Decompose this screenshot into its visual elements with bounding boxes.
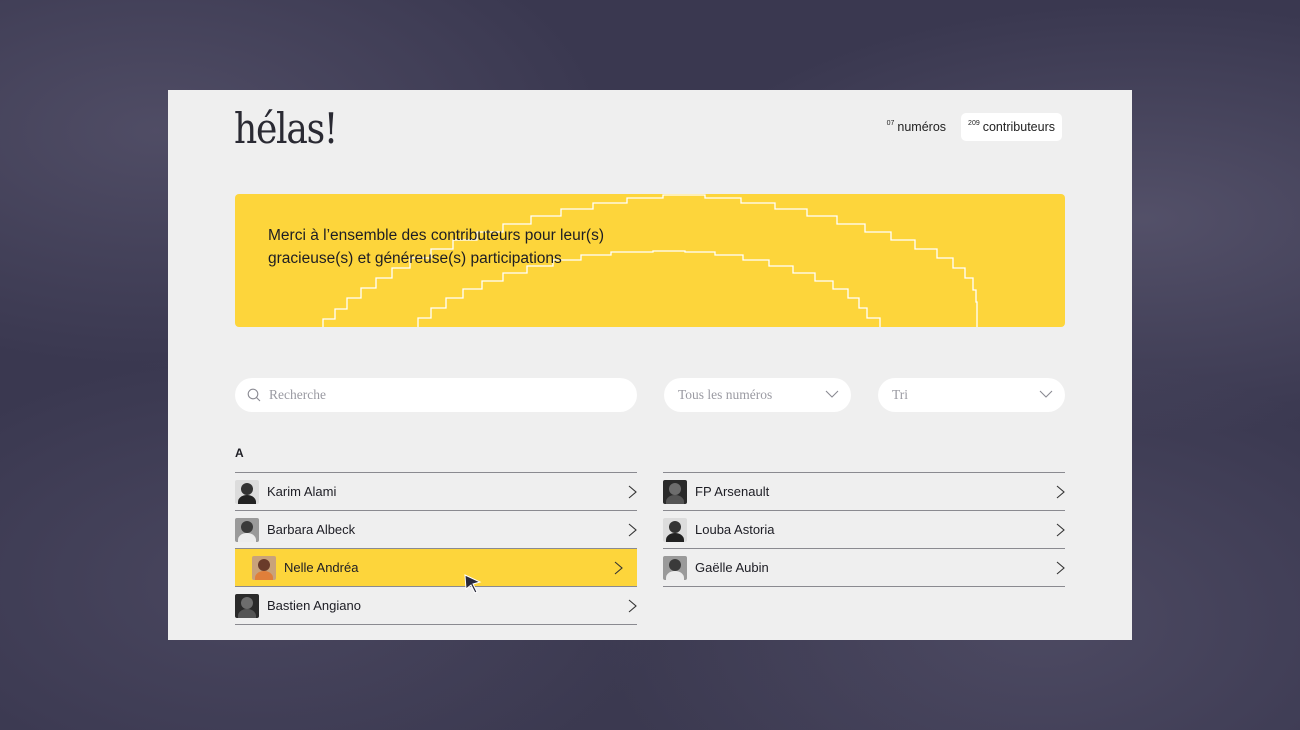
contributor-row-highlighted[interactable]: Nelle Andréa [235, 549, 637, 587]
chevron-right-icon [1056, 485, 1065, 499]
chevron-right-icon [1056, 561, 1065, 575]
search-icon [247, 388, 261, 402]
issue-select-value: Tous les numéros [678, 387, 773, 402]
mouse-cursor-icon [464, 574, 482, 594]
contributor-name: Gaëlle Aubin [695, 560, 769, 575]
page-panel: hélas! 07 numéros 209 contributeurs Merc… [168, 90, 1132, 640]
nav-numeros-count: 07 [886, 119, 895, 127]
chevron-down-icon [1039, 390, 1053, 398]
contributor-column-left: Karim Alami Barbara Albeck Nelle Andréa … [235, 472, 637, 625]
alphabet-letter-heading: A [235, 446, 244, 460]
contributor-name: Nelle Andréa [284, 560, 359, 575]
contributor-row[interactable]: FP Arsenault [663, 473, 1065, 511]
chevron-right-icon [628, 485, 637, 499]
issue-select[interactable]: Tous les numéros [664, 378, 851, 412]
avatar [235, 479, 259, 504]
contributor-name: FP Arsenault [695, 484, 770, 499]
nav-numeros-label: numéros [897, 120, 947, 134]
contributor-row[interactable]: Gaëlle Aubin [663, 549, 1065, 587]
nav-contributeurs-count: 209 [968, 119, 980, 127]
avatar [252, 555, 276, 580]
contributor-name: Barbara Albeck [267, 522, 356, 537]
sort-select[interactable]: Tri [878, 378, 1065, 412]
contributor-row[interactable]: Bastien Angiano [235, 587, 637, 625]
banner-line-2: gracieuse(s) et généreuse(s) participati… [268, 250, 562, 267]
banner-message: Merci à l’ensemble des contributeurs pou… [268, 224, 648, 270]
contributor-row[interactable]: Karim Alami [235, 473, 637, 511]
sort-select-value: Tri [892, 387, 909, 402]
chevron-right-icon [614, 561, 623, 575]
nav-contributeurs-link[interactable]: 209 contributeurs [961, 113, 1062, 141]
chevron-right-icon [628, 523, 637, 537]
contributor-row[interactable]: Barbara Albeck [235, 511, 637, 549]
avatar [235, 593, 259, 618]
avatar [235, 517, 259, 542]
site-logo[interactable]: hélas! [234, 104, 338, 153]
banner-line-1: Merci à l’ensemble des contributeurs pou… [268, 227, 604, 244]
contributor-name: Louba Astoria [695, 522, 775, 537]
chevron-down-icon [825, 390, 839, 398]
nav-contributeurs-label: contributeurs [982, 120, 1055, 134]
search-input[interactable] [267, 386, 611, 404]
top-nav: 07 numéros 209 contributeurs [880, 113, 1062, 141]
contributor-row[interactable]: Louba Astoria [663, 511, 1065, 549]
nav-numeros-link[interactable]: 07 numéros [880, 113, 953, 141]
avatar [663, 517, 687, 542]
chevron-right-icon [1056, 523, 1065, 537]
avatar [663, 555, 687, 580]
contributor-name: Karim Alami [267, 484, 337, 499]
contributor-name: Bastien Angiano [267, 598, 361, 613]
avatar [663, 479, 687, 504]
thank-you-banner: Merci à l’ensemble des contributeurs pou… [235, 194, 1065, 327]
chevron-right-icon [628, 599, 637, 613]
search-field[interactable] [235, 378, 637, 412]
contributor-column-right: FP Arsenault Louba Astoria Gaëlle Aubin [663, 472, 1065, 587]
